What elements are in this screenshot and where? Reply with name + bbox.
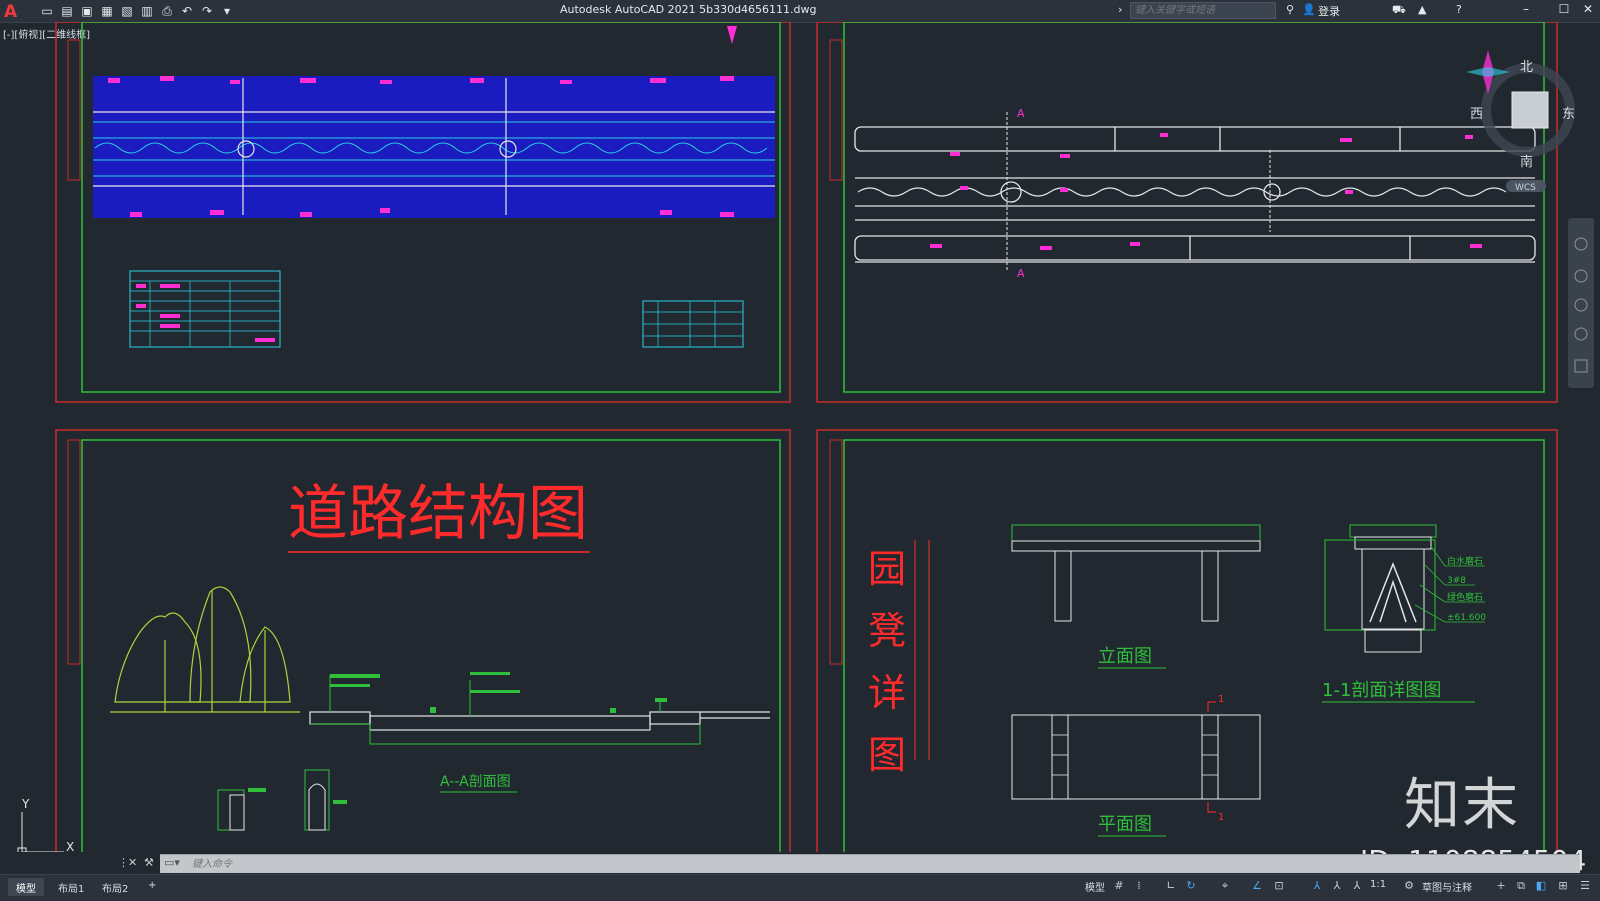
north-arrow-icon xyxy=(727,26,737,44)
publish-icon[interactable]: ▧ xyxy=(120,4,134,18)
elevation-label: 立面图 xyxy=(1098,646,1152,667)
bench-section-detail xyxy=(1324,524,1485,653)
autodesk-a360-icon[interactable]: ▲ xyxy=(1418,3,1426,16)
isodraft-icon[interactable]: ∠ xyxy=(1250,879,1264,893)
autocad-logo-icon[interactable]: A xyxy=(4,2,22,22)
plan-label: 平面图 xyxy=(1098,814,1152,835)
close-command-icon[interactable]: ✕ xyxy=(128,856,137,869)
help-icon[interactable]: ? xyxy=(1456,3,1462,16)
model-space-toggle[interactable]: 模型 xyxy=(1085,879,1105,894)
quick-access-toolbar: ▭ ▤ ▣ ▦ ▧ ▥ ⎙ ↶ ↷ ▾ xyxy=(40,3,234,19)
viewcube-north: 北 xyxy=(1520,60,1533,75)
note-white-terrazzo: 白水磨石 xyxy=(1447,555,1483,567)
section-marker-a-bottom: A xyxy=(1017,267,1025,280)
new-icon[interactable]: ▭ xyxy=(40,4,54,18)
redo-icon[interactable]: ↷ xyxy=(200,4,214,18)
open-icon[interactable]: ▤ xyxy=(60,4,74,18)
osnap-icon[interactable]: ⌖ xyxy=(1218,879,1232,893)
wcs-label: WCS xyxy=(1515,183,1536,193)
note-rebar: 3#8 xyxy=(1447,576,1466,586)
note-elevation: ±61.600 xyxy=(1447,613,1486,623)
plot-icon[interactable]: ▥ xyxy=(140,4,154,18)
annotation-visibility-icon[interactable]: ⅄ xyxy=(1310,879,1324,893)
units-icon[interactable]: ⧉ xyxy=(1514,879,1528,893)
window-title: Autodesk AutoCAD 2021 5b330d4656111.dwg xyxy=(560,3,817,16)
title-bar: A ▭ ▤ ▣ ▦ ▧ ▥ ⎙ ↶ ↷ ▾ Autodesk AutoCAD 2… xyxy=(0,0,1600,23)
autoscale-icon[interactable]: ⅄ xyxy=(1330,879,1344,893)
ucs-x-label: X xyxy=(66,840,74,852)
search-input[interactable] xyxy=(1130,2,1276,19)
bench-plan xyxy=(1011,701,1261,813)
road-structure-title: 道路结构图 xyxy=(288,479,588,549)
bench-title-char-3: 详 xyxy=(868,671,906,715)
viewcube[interactable] xyxy=(1466,50,1575,157)
sheet-bottom-left: 道路结构图 A--A剖面图 Y X xyxy=(17,429,791,852)
section-marker-1-bottom: 1 xyxy=(1218,812,1224,823)
snap-icon[interactable]: ⁞ xyxy=(1132,879,1146,893)
clean-screen-icon[interactable]: ⊞ xyxy=(1556,879,1570,893)
plus-icon[interactable]: + xyxy=(1494,879,1508,893)
save-icon[interactable]: ▣ xyxy=(80,4,94,18)
watermark-logo: 知末 xyxy=(1404,773,1520,838)
command-input[interactable] xyxy=(190,856,794,873)
bench-elevation xyxy=(1011,524,1261,622)
curb-details xyxy=(217,769,347,831)
road-section xyxy=(309,711,770,731)
drawing-canvas[interactable]: A A 道路结构图 A--A剖面图 Y X 园 凳 详 图 立面图 1 1 平面… xyxy=(0,22,1600,852)
login-link[interactable]: 登录 xyxy=(1318,3,1340,19)
ortho-icon[interactable]: ∟ xyxy=(1164,879,1178,893)
viewcube-west: 西 xyxy=(1470,107,1483,122)
close-button[interactable]: ✕ xyxy=(1580,2,1596,18)
annotation-scale[interactable]: 1:1 xyxy=(1370,879,1386,890)
workspace-switch[interactable]: 草图与注释 xyxy=(1422,879,1472,894)
tab-layout-2[interactable]: 布局2 xyxy=(94,878,136,896)
minimize-button[interactable]: – xyxy=(1518,2,1534,18)
section-marker-1-top: 1 xyxy=(1218,694,1224,705)
grid-icon[interactable]: # xyxy=(1112,879,1126,893)
cart-icon[interactable]: ⛟ xyxy=(1392,3,1406,18)
maximize-button[interactable]: ☐ xyxy=(1556,2,1572,18)
isolate-objects-icon[interactable]: ◧ xyxy=(1534,879,1548,893)
ucs-icon xyxy=(17,812,64,852)
chevron-right-icon[interactable]: › xyxy=(1118,3,1122,16)
annotation-scale-icon[interactable]: ⅄ xyxy=(1350,879,1364,893)
tab-layout-1[interactable]: 布局1 xyxy=(50,878,92,896)
search-icon[interactable]: ⚲ xyxy=(1286,3,1294,16)
print-icon[interactable]: ⎙ xyxy=(160,4,174,18)
saveas-icon[interactable]: ▦ xyxy=(100,4,114,18)
tab-model[interactable]: 模型 xyxy=(8,878,44,896)
layout-tabs-and-status-bar: 模型 布局1 布局2 + 模型 # ⁞ ∟ ↻ ⌖ ∠ ⊡ ⅄ ⅄ ⅄ 1:1 … xyxy=(0,874,1600,901)
ucs-y-label: Y xyxy=(21,797,30,811)
viewcube-south: 南 xyxy=(1520,154,1533,170)
section-marker-a-top: A xyxy=(1017,107,1025,120)
object-tracking-icon[interactable]: ⊡ xyxy=(1272,879,1286,893)
navigation-bar[interactable] xyxy=(1568,218,1594,388)
legend-table xyxy=(129,270,281,348)
dropdown-icon[interactable]: ▾ xyxy=(220,4,234,18)
tree-elevation xyxy=(110,586,300,713)
note-green-terrazzo: 绿色磨石 xyxy=(1447,591,1483,603)
viewcube-east: 东 xyxy=(1562,107,1575,122)
bench-title-char-2: 凳 xyxy=(868,609,906,653)
workspace-gear-icon[interactable]: ⚙ xyxy=(1402,879,1416,893)
symbol-table xyxy=(642,300,744,348)
command-prompt-icon[interactable]: ▭▾ xyxy=(164,856,180,869)
polar-icon[interactable]: ↻ xyxy=(1184,879,1198,893)
wrench-icon[interactable]: ⚒ xyxy=(144,856,154,869)
sheet-top-left xyxy=(55,22,791,403)
command-tools: ⋮ ✕ ⚒ xyxy=(116,854,160,872)
undo-icon[interactable]: ↶ xyxy=(180,4,194,18)
command-line[interactable]: ▭▾ xyxy=(160,854,1580,873)
user-icon[interactable]: 👤 xyxy=(1302,3,1316,16)
bench-title-char-1: 园 xyxy=(868,547,906,591)
sheet-top-right: A A xyxy=(816,22,1558,403)
section-11-label: 1-1剖面详图图 xyxy=(1322,680,1441,701)
bench-title-char-4: 图 xyxy=(868,733,906,777)
section-aa-label: A--A剖面图 xyxy=(440,774,511,790)
tab-add-layout[interactable]: + xyxy=(140,878,164,896)
customize-menu-icon[interactable]: ☰ xyxy=(1578,879,1592,893)
